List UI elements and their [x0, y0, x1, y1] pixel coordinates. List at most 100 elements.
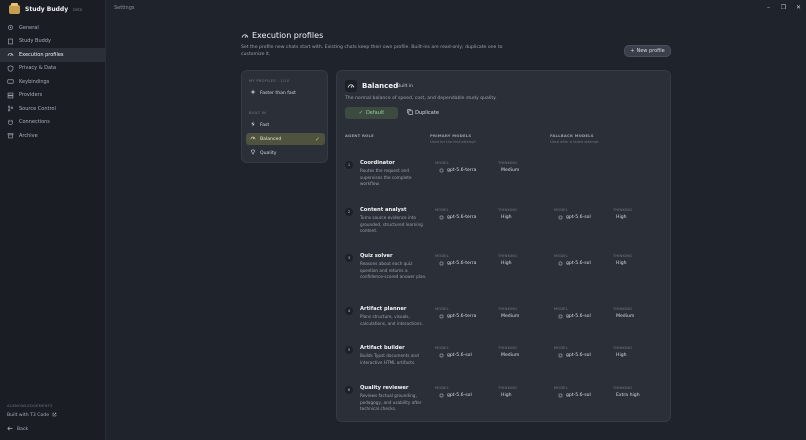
chip-icon [439, 215, 444, 220]
gauge-icon [7, 51, 14, 58]
duplicate-label: Duplicate [415, 110, 439, 116]
primary-thinking-select[interactable]: Medium [501, 314, 519, 319]
role-number: 6 [345, 386, 353, 394]
close-icon[interactable]: ✕ [795, 3, 802, 11]
built-in-badge: Built in [397, 84, 414, 89]
fallback-thinking-select[interactable]: High [616, 353, 627, 358]
acknowledgements-title: ACKNOWLEDGEMENTS [7, 404, 53, 408]
role-number: 2 [345, 208, 353, 216]
sidebar-item-providers[interactable]: Providers [0, 89, 106, 103]
fallback-model-select[interactable]: gpt-5.6-sol [558, 261, 591, 266]
shield-icon [7, 65, 14, 72]
plug-icon [7, 119, 14, 126]
model-value: gpt-5.6-sol [566, 353, 591, 358]
primary-model-select[interactable]: gpt-5.6-sol [439, 353, 472, 358]
fallback-thinking-select[interactable]: Extra high [616, 393, 640, 398]
fallback-thinking-select[interactable]: High [616, 261, 627, 266]
primary-thinking-select[interactable]: High [501, 393, 512, 398]
primary-thinking-select[interactable]: High [501, 215, 512, 220]
thinking-label: THINKING [613, 346, 633, 350]
model-label: MODEL [435, 307, 449, 311]
model-value: gpt-5.6-sol [566, 215, 591, 220]
model-value: gpt-5.6-terra [447, 314, 477, 319]
duplicate-button[interactable]: Duplicate [404, 107, 442, 119]
model-label: MODEL [435, 208, 449, 212]
profile-item-quality[interactable]: Quality [246, 147, 325, 159]
fallback-thinking-select[interactable]: High [616, 215, 627, 220]
profile-item-balanced[interactable]: Balanced ✓ [246, 133, 325, 145]
built-with-label: Built with T3 Code [7, 413, 50, 418]
profile-item-faster-than-fast[interactable]: Faster than fast [246, 87, 325, 99]
thinking-label: THINKING [498, 254, 518, 258]
sidebar-item-general[interactable]: General [0, 21, 106, 35]
primary-thinking-select[interactable]: Medium [501, 353, 519, 358]
minimize-icon[interactable]: – [765, 3, 772, 11]
sidebar-item-keybindings[interactable]: Keybindings [0, 75, 106, 89]
thinking-label: THINKING [498, 208, 518, 212]
sidebar-item-archive[interactable]: Archive [0, 129, 106, 143]
model-value: gpt-5.6-sol [447, 393, 472, 398]
plus-icon: + [630, 48, 635, 54]
arrow-left-icon [7, 426, 13, 433]
profile-description: The normal balance of speed, cost, and d… [345, 96, 497, 101]
back-button[interactable]: Back [7, 426, 28, 433]
primary-model-select[interactable]: gpt-5.6-terra [439, 261, 476, 266]
thinking-label: THINKING [498, 386, 518, 390]
sidebar-item-source-control[interactable]: Source Control [0, 102, 106, 116]
copy-icon [407, 109, 413, 117]
new-profile-button[interactable]: + New profile [624, 45, 671, 57]
keyboard-icon [7, 78, 14, 85]
sidebar-item-label: Connections [19, 119, 50, 126]
fallback-model-select[interactable]: gpt-5.6-sol [558, 393, 591, 398]
primary-thinking-select[interactable]: Medium [501, 168, 519, 173]
primary-model-select[interactable]: gpt-5.6-terra [439, 215, 476, 220]
sidebar-item-privacy[interactable]: Privacy & Data [0, 62, 106, 76]
role-name: Artifact planner [360, 306, 407, 312]
page-title: Execution profiles [252, 31, 324, 40]
primary-model-select[interactable]: gpt-5.6-terra [439, 168, 476, 173]
thinking-label: THINKING [613, 254, 633, 258]
primary-thinking-select[interactable]: High [501, 261, 512, 266]
chip-icon [558, 215, 563, 220]
external-link-icon [52, 412, 57, 419]
default-button[interactable]: ✓ Default [345, 107, 398, 119]
check-icon: ✓ [358, 110, 363, 116]
fallback-model-select[interactable]: gpt-5.6-sol [558, 353, 591, 358]
col-primary-models: PRIMARY MODELS [430, 133, 472, 138]
model-label: MODEL [554, 346, 568, 350]
col-fallback-sub: Used after a failed attempt [550, 140, 599, 144]
model-value: gpt-5.6-sol [447, 353, 472, 358]
sparkle-icon [250, 89, 256, 97]
fallback-model-select[interactable]: gpt-5.6-sol [558, 314, 591, 319]
sidebar-item-label: Source Control [19, 105, 56, 112]
profile-item-fast[interactable]: Fast [246, 119, 325, 131]
role-description: Plans structure, visuals, calculations, … [360, 314, 423, 326]
fallback-thinking-select[interactable]: Medium [616, 314, 634, 319]
built-with-link[interactable]: Built with T3 Code [7, 412, 57, 419]
restore-icon[interactable]: ❐ [780, 3, 787, 11]
gauge-icon [241, 34, 249, 38]
graduation-cap-icon [9, 2, 20, 14]
thinking-label: THINKING [498, 346, 518, 350]
app-name: Study Buddy [25, 5, 69, 13]
role-number: 5 [345, 346, 353, 354]
model-value: gpt-5.6-terra [447, 215, 477, 220]
server-icon [7, 92, 14, 99]
fallback-model-select[interactable]: gpt-5.6-sol [558, 215, 591, 220]
sidebar: Study Buddy beta General Study Buddy Exe… [0, 0, 106, 440]
primary-model-select[interactable]: gpt-5.6-sol [439, 393, 472, 398]
thinking-label: THINKING [613, 307, 633, 311]
primary-model-select[interactable]: gpt-5.6-terra [439, 314, 476, 319]
chip-icon [439, 353, 444, 358]
sidebar-item-execution-profiles[interactable]: Execution profiles [0, 48, 106, 62]
built-in-label: BUILT IN [249, 111, 267, 115]
sidebar-item-label: General [19, 24, 39, 31]
role-name: Artifact builder [360, 345, 405, 351]
sidebar-nav: General Study Buddy Execution profiles P… [0, 21, 106, 143]
sidebar-item-label: Providers [19, 92, 43, 99]
sidebar-item-connections[interactable]: Connections [0, 116, 106, 130]
model-value: gpt-5.6-sol [566, 393, 591, 398]
gear-icon [7, 24, 14, 31]
sidebar-item-study-buddy[interactable]: Study Buddy [0, 35, 106, 49]
chip-icon [558, 314, 563, 319]
